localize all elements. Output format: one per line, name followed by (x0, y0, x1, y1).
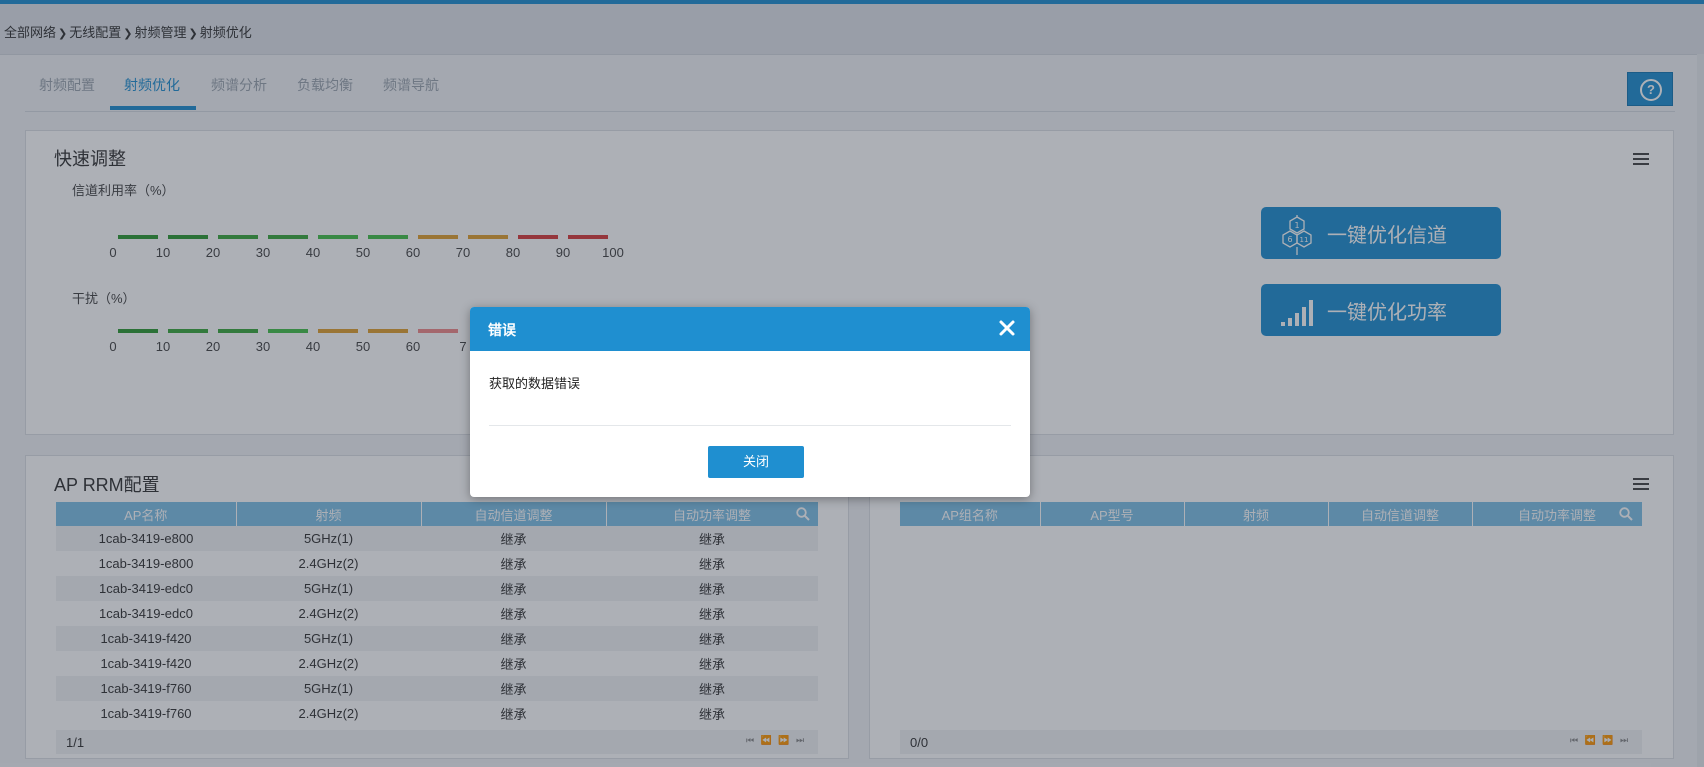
dialog-header: 错误 (470, 307, 1030, 351)
dialog-message: 获取的数据错误 (489, 376, 581, 391)
dialog-title: 错误 (488, 322, 516, 338)
close-icon[interactable] (998, 319, 1016, 337)
error-dialog: 错误 获取的数据错误 关闭 (470, 307, 1030, 497)
close-button[interactable]: 关闭 (708, 446, 804, 478)
divider (489, 425, 1011, 426)
